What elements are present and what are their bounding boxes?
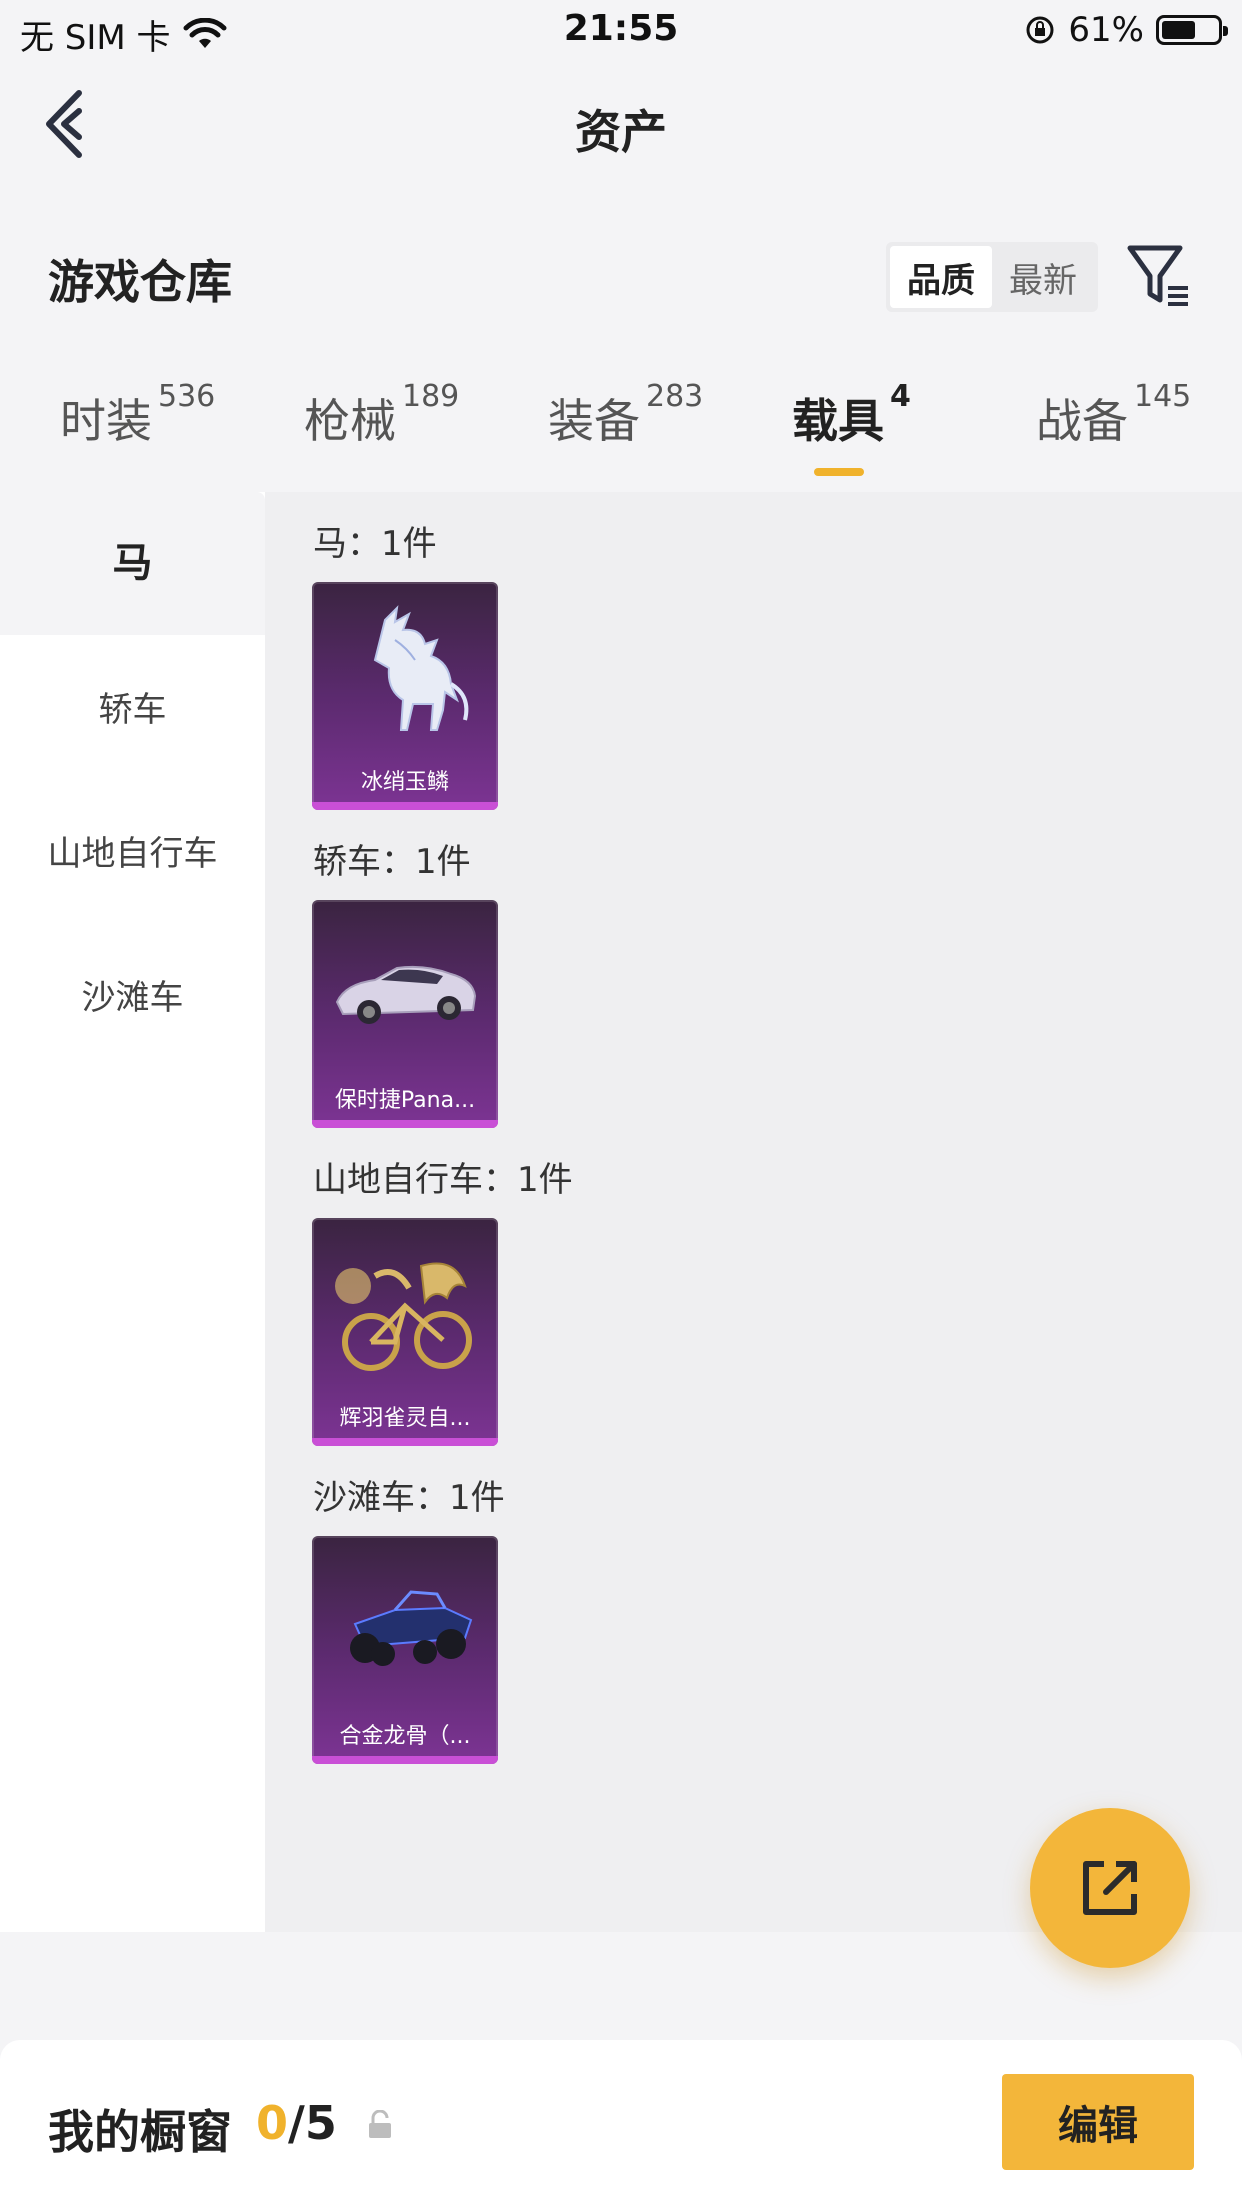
tab-label: 时装: [60, 394, 152, 448]
rarity-bar: [312, 1438, 498, 1446]
tab-count: 283: [646, 379, 704, 414]
tab-count: 145: [1134, 379, 1192, 414]
sort-latest-button[interactable]: 最新: [992, 246, 1094, 308]
tab-battle-gear[interactable]: 战备 145: [1036, 379, 1191, 451]
group-label-mountain-bike: 山地自行车：1件: [313, 1160, 573, 1200]
tab-count: 189: [402, 379, 460, 414]
sidebar-item-buggy[interactable]: 沙滩车: [0, 970, 265, 1019]
showcase-total: /5: [288, 2096, 337, 2150]
tab-label: 装备: [548, 394, 640, 448]
tab-label: 枪械: [304, 394, 396, 448]
filter-button[interactable]: [1124, 240, 1194, 310]
sort-toggle: 品质 最新: [886, 242, 1098, 312]
sidebar-item-sedan[interactable]: 轿车: [0, 682, 265, 731]
sidebar: 马 轿车 山地自行车 沙滩车: [0, 492, 265, 1932]
vehicle-list: 马：1件 冰绡玉鳞 轿车：1件 保时捷Pana... 山地自行车：1件 辉羽雀灵…: [265, 492, 1242, 1932]
edit-button[interactable]: 编辑: [1002, 2074, 1194, 2170]
sidebar-item-mountain-bike[interactable]: 山地自行车: [0, 826, 265, 875]
battery-percent: 61%: [1068, 10, 1144, 50]
buggy-icon: [350, 1590, 473, 1666]
item-name: 保时捷Pana...: [334, 1088, 476, 1113]
share-button[interactable]: [1030, 1808, 1190, 1968]
tab-guns[interactable]: 枪械 189: [304, 379, 459, 451]
golden-bike-icon: [335, 1262, 472, 1371]
item-name: 冰绡玉鳞: [360, 770, 449, 795]
battery-tip: [1223, 26, 1228, 36]
item-card[interactable]: 保时捷Pana...: [312, 900, 498, 1128]
sidebar-item-horse[interactable]: 马: [0, 492, 265, 635]
section-title: 游戏仓库: [48, 255, 232, 309]
item-card[interactable]: 冰绡玉鳞: [312, 582, 498, 810]
item-name: 辉羽雀灵自...: [339, 1406, 471, 1431]
filter-icon: [1127, 245, 1188, 306]
sort-quality-button[interactable]: 品质: [890, 246, 992, 308]
rotation-lock-icon: [1026, 16, 1054, 44]
page-title: 资产: [575, 105, 667, 159]
tab-fashion[interactable]: 时装 536: [60, 379, 215, 451]
tab-equipment[interactable]: 装备 283: [548, 379, 703, 451]
showcase-count: 0/5: [256, 2096, 337, 2150]
item-name: 合金龙骨（...: [339, 1724, 471, 1749]
group-label-buggy: 沙滩车：1件: [313, 1478, 505, 1518]
item-card[interactable]: 辉羽雀灵自...: [312, 1218, 498, 1446]
active-tab-indicator: [814, 468, 864, 476]
showcase-current: 0: [256, 2096, 289, 2150]
tab-count: 536: [158, 379, 216, 414]
tab-count: 4: [890, 379, 911, 414]
tab-label: 载具: [792, 394, 884, 448]
tab-label: 战备: [1036, 394, 1128, 448]
rarity-bar: [312, 802, 498, 810]
tab-vehicles[interactable]: 载具 4: [792, 379, 911, 451]
rarity-bar: [312, 1120, 498, 1128]
lock-icon-svg: [369, 2109, 391, 2138]
item-card[interactable]: 合金龙骨（...: [312, 1536, 498, 1764]
battery-fill: [1162, 21, 1195, 39]
rarity-bar: [312, 1756, 498, 1764]
group-label-horse: 马：1件: [313, 524, 437, 564]
ice-horse-icon: [373, 605, 469, 731]
status-right: 61%: [1024, 10, 1228, 50]
showcase-title: 我的橱窗: [48, 2105, 232, 2159]
battery-icon: [1156, 15, 1228, 45]
group-label-sedan: 轿车：1件: [313, 842, 471, 882]
lock-icon: [366, 2109, 394, 2140]
share-external-icon: [1083, 1861, 1137, 1915]
category-tabs: 时装 536 枪械 189 装备 283 载具 4 战备 145: [0, 379, 1242, 495]
sedan-car-icon: [335, 965, 477, 1024]
